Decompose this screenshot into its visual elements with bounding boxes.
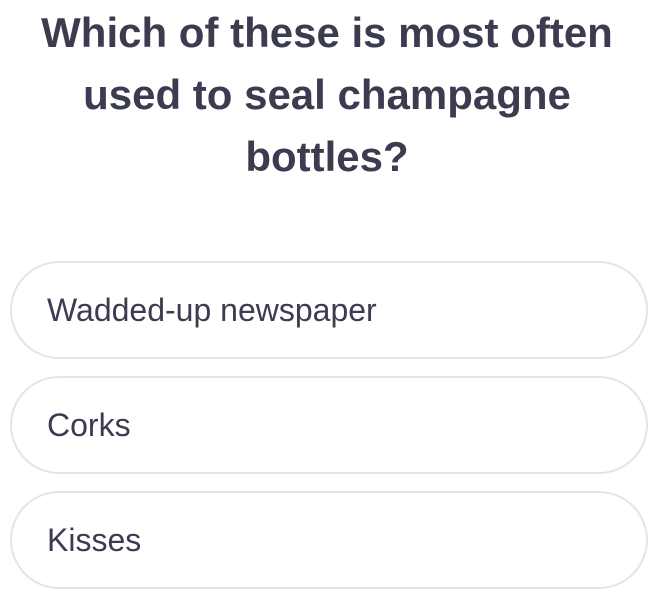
- answer-label: Wadded-up newspaper: [47, 291, 377, 328]
- question-text: Which of these is most often used to sea…: [41, 9, 613, 180]
- answer-label: Corks: [47, 406, 131, 443]
- answer-label: Kisses: [47, 521, 142, 558]
- answer-option-wadded-up-newspaper[interactable]: Wadded-up newspaper: [10, 261, 648, 359]
- answer-option-kisses[interactable]: Kisses: [10, 491, 648, 589]
- answer-list: Wadded-up newspaper Corks Kisses: [10, 261, 648, 589]
- answer-option-corks[interactable]: Corks: [10, 376, 648, 474]
